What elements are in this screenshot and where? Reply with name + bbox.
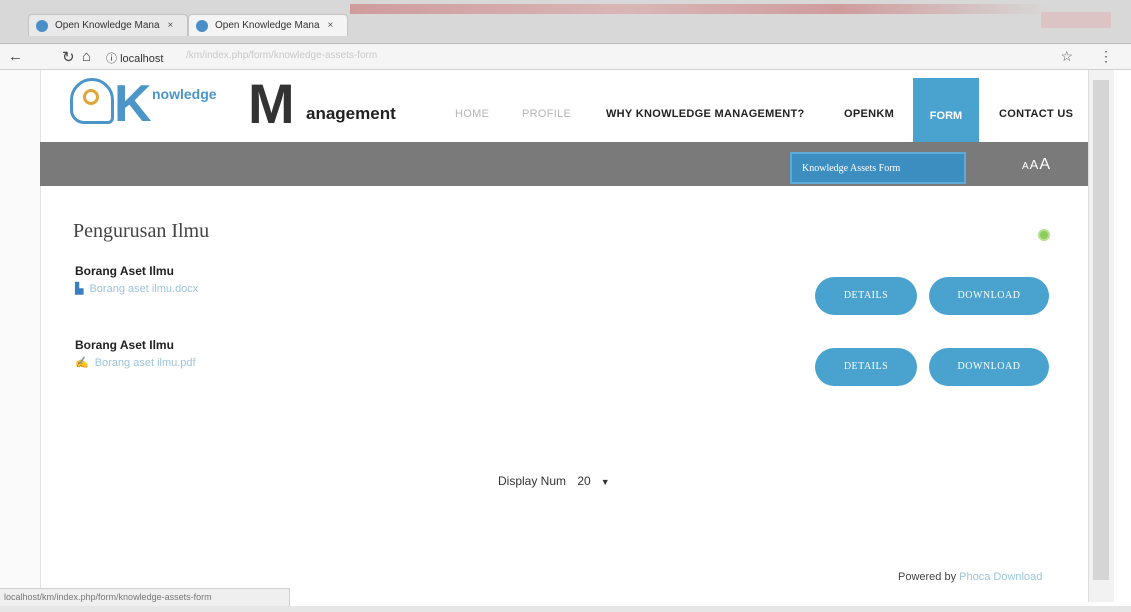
dropdown-arrow-icon[interactable]: ▼ <box>601 477 610 487</box>
url-host[interactable]: ⓘ localhost <box>106 50 163 66</box>
browser-status-bar: localhost/km/index.php/form/knowledge-as… <box>0 588 290 606</box>
nav-home[interactable]: HOME <box>455 108 489 120</box>
logo-knowledge-word: nowledge <box>152 86 217 102</box>
font-small-button[interactable]: A <box>1022 161 1030 172</box>
file-link[interactable]: ✍ Borang aset ilmu.pdf <box>75 356 196 370</box>
form-dropdown-menu[interactable]: Knowledge Assets Form <box>790 152 966 184</box>
download-button[interactable]: DOWNLOAD <box>929 348 1049 386</box>
browser-tab-bar: Open Knowledge Mana × Open Knowledge Mana… <box>0 0 1131 44</box>
file-entry: Borang Aset Ilmu ▙ Borang aset ilmu.docx <box>75 264 198 295</box>
dropdown-item-knowledge-assets-form[interactable]: Knowledge Assets Form <box>802 163 900 174</box>
url-path[interactable]: /km/index.php/form/knowledge-assets-form <box>186 50 377 61</box>
browser-menu-icon[interactable]: ⋮ <box>1099 48 1113 65</box>
file-link[interactable]: ▙ Borang aset ilmu.docx <box>75 282 198 296</box>
browser-tab-1[interactable]: Open Knowledge Mana × <box>28 14 188 36</box>
nav-form[interactable]: FORM <box>913 78 979 142</box>
nav-profile[interactable]: PROFILE <box>522 108 571 120</box>
powered-by-label: Powered by <box>898 571 957 583</box>
details-button[interactable]: DETAILS <box>815 277 917 315</box>
home-icon[interactable]: ⌂ <box>82 48 91 65</box>
display-num-select[interactable]: 20 <box>577 474 590 488</box>
word-document-icon: ▙ <box>75 283 84 295</box>
font-large-button[interactable]: A <box>1039 156 1051 173</box>
logo-m: M <box>248 72 295 135</box>
site-favicon-icon <box>196 20 208 32</box>
site-logo[interactable]: K nowledge M anagement <box>70 72 410 135</box>
tab-bar-accent <box>350 4 1050 14</box>
browser-tab-2[interactable]: Open Knowledge Mana × <box>188 14 348 36</box>
close-tab-icon[interactable]: × <box>168 20 174 31</box>
nav-why-km[interactable]: WHY KNOWLEDGE MANAGEMENT? <box>606 108 805 120</box>
phoca-download-link[interactable]: Phoca Download <box>959 571 1042 583</box>
file-name[interactable]: Borang aset ilmu.pdf <box>95 357 196 369</box>
file-title: Borang Aset Ilmu <box>75 264 174 278</box>
window-bottom-edge <box>0 606 1131 612</box>
nav-contact-us[interactable]: CONTACT US <box>999 108 1073 120</box>
status-indicator-icon <box>1038 229 1050 241</box>
file-title: Borang Aset Ilmu <box>75 338 174 352</box>
logo-management-word: anagement <box>306 104 396 123</box>
browser-tab-1-label: Open Knowledge Mana <box>55 20 160 31</box>
font-medium-button[interactable]: A <box>1030 157 1040 172</box>
bookmark-star-icon[interactable]: ☆ <box>1060 48 1073 65</box>
nav-form-label: FORM <box>929 110 963 122</box>
display-num-label: Display Num <box>498 474 567 488</box>
font-resizer: AAA <box>1022 156 1051 174</box>
browser-tab-2-label: Open Knowledge Mana <box>215 20 320 31</box>
file-entry: Borang Aset Ilmu ✍ Borang aset ilmu.pdf <box>75 338 196 369</box>
pdf-icon: ✍ <box>75 357 89 369</box>
back-arrow-icon[interactable]: ← <box>8 48 23 65</box>
reload-icon[interactable]: ↻ <box>62 48 75 66</box>
close-tab-icon[interactable]: × <box>328 20 334 31</box>
logo-k: K <box>114 75 152 133</box>
powered-by: Powered by Phoca Download <box>898 571 1042 583</box>
vertical-scrollbar[interactable] <box>1088 70 1114 602</box>
gear-icon <box>83 89 99 105</box>
download-button[interactable]: DOWNLOAD <box>929 277 1049 315</box>
head-gear-icon <box>70 78 114 124</box>
page-title: Pengurusan Ilmu <box>73 220 210 242</box>
url-host-text: localhost <box>120 53 164 65</box>
page-gutter <box>0 70 40 602</box>
scrollbar-thumb[interactable] <box>1093 80 1109 580</box>
details-button[interactable]: DETAILS <box>815 348 917 386</box>
file-name[interactable]: Borang aset ilmu.docx <box>89 283 198 295</box>
nav-openkm[interactable]: OPENKM <box>844 108 894 120</box>
window-controls[interactable] <box>1041 12 1111 28</box>
site-favicon-icon <box>36 20 48 32</box>
address-bar: ← ↻ ⌂ ⓘ localhost /km/index.php/form/kno… <box>0 44 1131 70</box>
display-num-control: Display Num 20 ▼ <box>498 474 610 488</box>
